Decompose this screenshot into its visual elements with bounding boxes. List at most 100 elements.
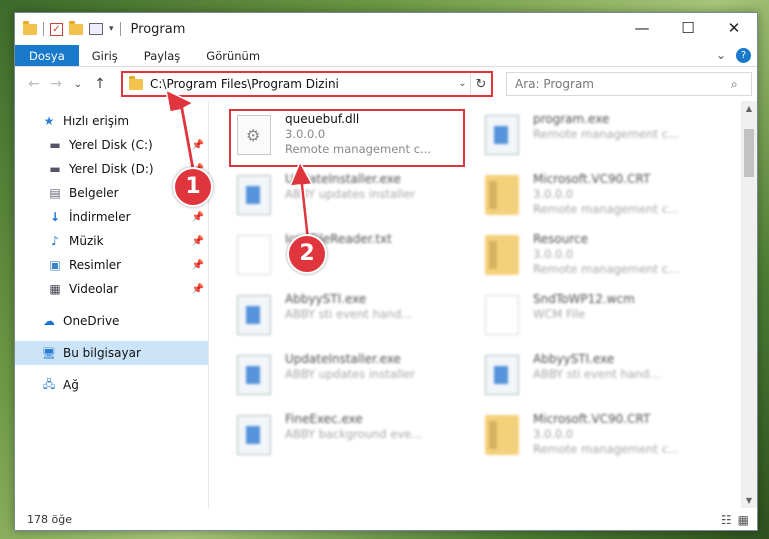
tab-view[interactable]: Görünüm bbox=[193, 45, 273, 66]
close-button[interactable]: ✕ bbox=[711, 13, 757, 43]
step-2-badge: 2 bbox=[287, 234, 327, 274]
drive-icon: ▬ bbox=[49, 162, 61, 176]
computer-icon: 🖥 bbox=[42, 346, 56, 360]
sidebar-item-label: Belgeler bbox=[69, 186, 119, 200]
sidebar-item-label: Müzik bbox=[69, 234, 104, 248]
address-bar[interactable]: C:\Program Files\Program Dizini ⌄ ↻ bbox=[121, 71, 493, 97]
vertical-scrollbar[interactable]: ▲ ▼ bbox=[741, 101, 757, 508]
expand-ribbon-icon[interactable]: ⌄ bbox=[716, 48, 726, 63]
minimize-button[interactable]: — bbox=[619, 13, 665, 43]
exe-file-icon bbox=[485, 355, 519, 395]
sidebar-item-this-pc[interactable]: 🖥 Bu bilgisayar bbox=[15, 341, 208, 365]
folder-icon bbox=[485, 235, 519, 275]
address-path[interactable]: C:\Program Files\Program Dizini bbox=[150, 77, 455, 91]
exe-file-icon bbox=[485, 115, 519, 155]
tab-home[interactable]: Giriş bbox=[79, 45, 131, 66]
folder-icon bbox=[129, 75, 143, 90]
cloud-icon: ☁ bbox=[43, 314, 55, 328]
sidebar-item-network[interactable]: 🖧 Ağ bbox=[15, 373, 208, 397]
folder-icon bbox=[485, 415, 519, 455]
ribbon-tabs: Dosya Giriş Paylaş Görünüm ⌄ ? bbox=[15, 45, 757, 67]
sidebar-item-label: İndirmeler bbox=[69, 210, 131, 224]
exe-file-icon bbox=[237, 355, 271, 395]
folder-tile[interactable]: Microsoft.VC90.CRT 3.0.0.0 Remote manage… bbox=[481, 411, 721, 467]
file-version: 3.0.0.0 bbox=[533, 247, 574, 261]
sidebar-item-label: Yerel Disk (C:) bbox=[69, 138, 153, 152]
file-name: UpdateInstaller.exe bbox=[285, 172, 401, 186]
tiles-view-icon[interactable]: ▦ bbox=[738, 513, 749, 527]
details-view-icon[interactable]: ☷ bbox=[721, 513, 732, 527]
forward-button[interactable]: → bbox=[45, 76, 67, 92]
file-tile[interactable]: FineExec.exe ABBY background eve... bbox=[233, 411, 473, 467]
sidebar-item-quick-access[interactable]: ★ Hızlı erişim bbox=[15, 109, 208, 133]
file-description: Remote management c... bbox=[533, 202, 680, 216]
back-button[interactable]: ← bbox=[23, 76, 45, 92]
toolbar-dropdown-icon[interactable]: ▾ bbox=[109, 24, 114, 34]
step-1-badge: 1 bbox=[173, 167, 213, 207]
folder-icon bbox=[23, 20, 37, 35]
file-tile[interactable]: AbbyySTI.exe ABBY sti event hand... bbox=[233, 291, 473, 347]
file-tile[interactable]: program.exe Remote management c... bbox=[481, 111, 721, 167]
file-version: 3.0.0.0 bbox=[533, 187, 574, 201]
pin-icon: 📌 bbox=[191, 283, 204, 295]
recent-locations-button[interactable]: ⌄ bbox=[67, 79, 89, 90]
scrollbar-thumb[interactable] bbox=[744, 129, 754, 177]
tab-share[interactable]: Paylaş bbox=[131, 45, 194, 66]
properties-check-icon[interactable]: ✓ bbox=[50, 22, 63, 36]
file-name: program.exe bbox=[533, 112, 610, 126]
file-description: ABBY sti event hand... bbox=[285, 307, 413, 321]
address-dropdown-icon[interactable]: ⌄ bbox=[455, 73, 471, 95]
file-highlight-box bbox=[229, 109, 465, 167]
up-button[interactable]: ↑ bbox=[89, 76, 111, 92]
help-icon[interactable]: ? bbox=[736, 48, 751, 63]
sidebar-item-music[interactable]: ♪ Müzik 📌 bbox=[15, 229, 208, 253]
refresh-icon[interactable]: ↻ bbox=[471, 77, 491, 92]
file-name: Microsoft.VC90.CRT bbox=[533, 412, 651, 426]
file-description: ABBY updates installer bbox=[285, 367, 416, 381]
exe-file-icon bbox=[237, 415, 271, 455]
exe-file-icon bbox=[237, 295, 271, 335]
sidebar-item-label: Hızlı erişim bbox=[63, 114, 130, 128]
divider bbox=[119, 22, 121, 36]
scroll-up-icon[interactable]: ▲ bbox=[741, 104, 757, 113]
new-folder-icon[interactable] bbox=[69, 20, 83, 35]
search-box[interactable]: Ara: Program ⌕ bbox=[506, 72, 752, 96]
sidebar-item-onedrive[interactable]: ☁ OneDrive bbox=[15, 309, 208, 333]
pin-icon: 📌 bbox=[191, 259, 204, 271]
sidebar-item-label: Resimler bbox=[69, 258, 122, 272]
navigation-pane: ★ Hızlı erişim ▬ Yerel Disk (C:) 📌 ▬ Yer… bbox=[15, 101, 209, 508]
file-name: FineExec.exe bbox=[285, 412, 363, 426]
search-icon: ⌕ bbox=[731, 76, 738, 91]
file-name: UpdateInstaller.exe bbox=[285, 352, 401, 366]
sidebar-item-downloads[interactable]: ↓ İndirmeler 📌 bbox=[15, 205, 208, 229]
sidebar-item-videos[interactable]: ▦ Videolar 📌 bbox=[15, 277, 208, 301]
file-list: queuebuf.dll 3.0.0.0 Remote management c… bbox=[209, 101, 757, 508]
file-name: AbbyySTI.exe bbox=[285, 292, 367, 306]
file-name: Resource bbox=[533, 232, 589, 246]
item-count: 178 öğe bbox=[27, 512, 72, 526]
folder-icon bbox=[485, 175, 519, 215]
sidebar-item-pictures[interactable]: ▣ Resimler 📌 bbox=[15, 253, 208, 277]
file-name: Microsoft.VC90.CRT bbox=[533, 172, 651, 186]
maximize-button[interactable]: ☐ bbox=[665, 13, 711, 43]
search-input[interactable]: Ara: Program bbox=[515, 77, 731, 91]
file-description: Remote management c... bbox=[533, 127, 680, 141]
folder-tile[interactable]: Microsoft.VC90.CRT 3.0.0.0 Remote manage… bbox=[481, 171, 721, 227]
file-name: SndToWP12.wcm bbox=[533, 292, 635, 306]
sidebar-item-label: Ağ bbox=[63, 378, 79, 392]
sidebar-item-label: Bu bilgisayar bbox=[63, 346, 141, 360]
scroll-down-icon[interactable]: ▼ bbox=[741, 496, 757, 505]
file-tile[interactable]: IconFileReader.txt bbox=[233, 231, 473, 287]
network-icon: 🖧 bbox=[42, 377, 56, 391]
file-tile[interactable]: AbbyySTI.exe ABBY sti event hand... bbox=[481, 351, 721, 407]
file-tile[interactable]: SndToWP12.wcm WCM File bbox=[481, 291, 721, 347]
file-description: WCM File bbox=[533, 307, 586, 321]
file-description: Remote management c... bbox=[533, 262, 680, 276]
file-tile[interactable]: UpdateInstaller.exe ABBY updates install… bbox=[233, 171, 473, 227]
customize-toolbar-icon[interactable] bbox=[89, 23, 103, 35]
sidebar-item-local-disk-c[interactable]: ▬ Yerel Disk (C:) 📌 bbox=[15, 133, 208, 157]
file-tile[interactable]: UpdateInstaller.exe ABBY updates install… bbox=[233, 351, 473, 407]
folder-tile[interactable]: Resource 3.0.0.0 Remote management c... bbox=[481, 231, 721, 287]
tab-file[interactable]: Dosya bbox=[15, 45, 79, 66]
divider bbox=[43, 22, 44, 36]
